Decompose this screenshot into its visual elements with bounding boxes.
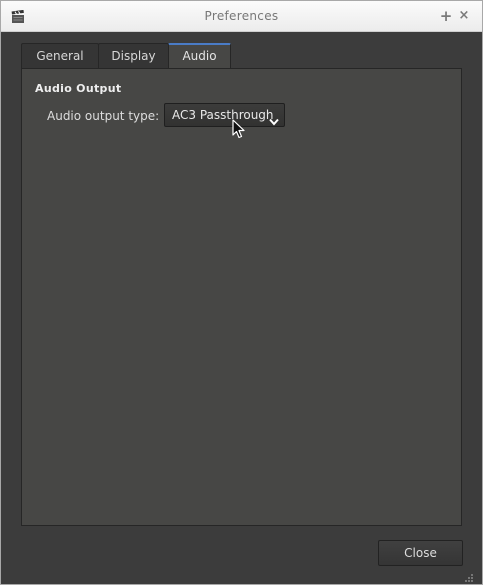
maximize-icon[interactable]: + [438, 7, 454, 25]
close-icon[interactable]: × [456, 7, 472, 25]
title-bar[interactable]: Preferences + × [1, 1, 482, 32]
audio-output-type-select[interactable]: AC3 Passthrough [164, 103, 285, 127]
preferences-window: Preferences + × General Display Audio Au… [0, 0, 483, 585]
close-button[interactable]: Close [378, 540, 463, 566]
window-title: Preferences [204, 9, 279, 23]
audio-output-type-value: AC3 Passthrough [172, 108, 274, 122]
mouse-pointer-icon [232, 119, 246, 139]
tab-display[interactable]: Display [98, 43, 169, 69]
tab-audio[interactable]: Audio [168, 43, 231, 70]
tab-general[interactable]: General [21, 43, 99, 69]
resize-grip-icon[interactable] [464, 568, 474, 582]
section-title: Audio Output [35, 82, 122, 95]
audio-output-type-label: Audio output type: [47, 109, 160, 123]
chevron-down-icon [269, 111, 279, 126]
